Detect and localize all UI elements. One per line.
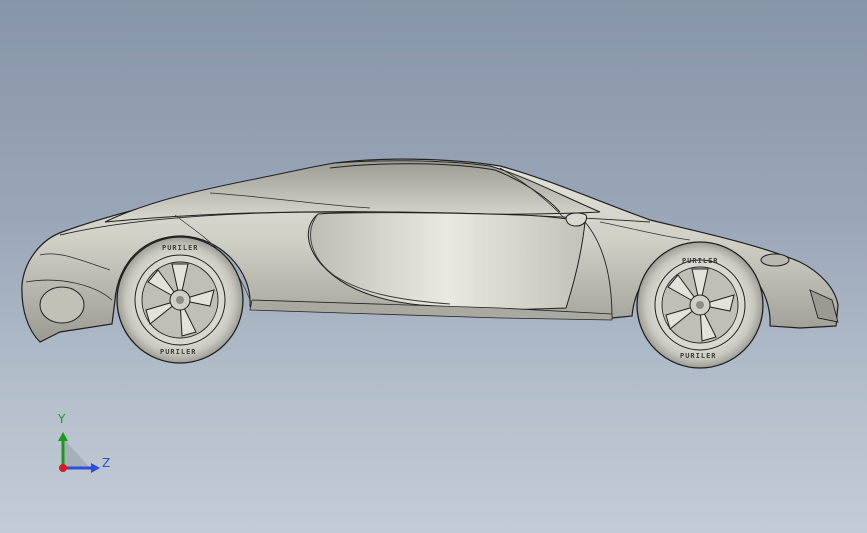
tire-brand-bottom: PURILER bbox=[680, 352, 717, 360]
tire-brand-bottom: PURILER bbox=[160, 348, 197, 356]
tire-brand-top: PURILER bbox=[682, 257, 719, 265]
side-mirror bbox=[565, 212, 587, 227]
headlamp bbox=[39, 286, 85, 324]
graphics-viewport[interactable]: PURILER PURILER PURILER PURILER Y Z bbox=[0, 0, 867, 533]
tire-brand-top: PURILER bbox=[162, 244, 199, 252]
rear-wheel[interactable]: PURILER PURILER bbox=[636, 241, 764, 369]
front-wheel[interactable]: PURILER PURILER bbox=[116, 236, 244, 364]
axis-z-label: Z bbox=[102, 456, 111, 470]
axis-y-label: Y bbox=[58, 412, 66, 426]
reference-triad: Y Z bbox=[50, 410, 120, 480]
car-model[interactable]: PURILER PURILER PURILER PURILER bbox=[0, 0, 867, 533]
tail-lamp bbox=[760, 253, 790, 267]
